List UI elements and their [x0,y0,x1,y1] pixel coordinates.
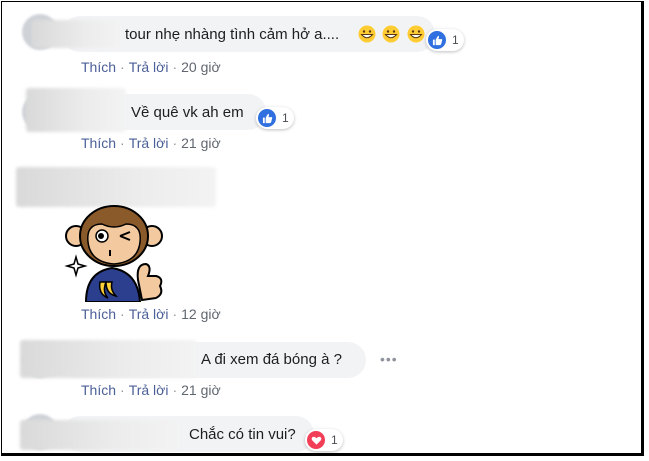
reply-link[interactable]: Trả lời [129,135,169,151]
reply-link[interactable]: Trả lời [129,59,169,75]
reaction-count: 1 [331,433,338,447]
reaction-count: 1 [452,33,459,47]
separator: · [120,306,125,322]
timestamp[interactable]: 21 giờ [181,382,221,398]
timestamp[interactable]: 21 giờ [181,135,221,151]
monkey-wink-sticker[interactable] [64,202,170,302]
separator: · [172,382,178,398]
like-link[interactable]: Thích [81,382,116,398]
comment-actions: Thích · Trả lời · 12 giờ [81,306,221,322]
grinning-face-icon [382,25,400,43]
reply-link[interactable]: Trả lời [129,382,169,398]
author-name-redacted[interactable] [20,340,196,378]
comment-text: tour nhẹ nhàng tình cảm hở a.... [125,26,340,43]
author-name-redacted[interactable] [26,88,126,132]
grinning-face-icon [407,25,425,43]
comment-actions: Thích · Trả lời · 21 giờ [81,382,221,398]
comment-actions: Thích · Trả lời · 20 giờ [81,59,221,75]
like-link[interactable]: Thích [81,135,116,151]
heart-icon [307,431,325,449]
separator: · [120,135,125,151]
more-options-icon[interactable]: ••• [380,351,398,367]
reaction-count: 1 [282,111,289,125]
separator: · [172,306,178,322]
reaction-badge[interactable]: 1 [305,429,343,451]
separator: · [172,135,178,151]
reaction-badge[interactable]: 1 [256,107,294,129]
like-icon [428,31,446,49]
like-icon [258,109,276,127]
comment-text: A đi xem đá bóng à ? [201,351,342,368]
emoji-group [356,25,425,45]
separator: · [172,59,178,75]
separator: · [120,59,125,75]
author-name-redacted[interactable] [32,20,122,48]
author-name-redacted[interactable] [20,420,180,450]
author-name-redacted[interactable] [16,167,216,207]
timestamp[interactable]: 12 giờ [181,306,221,322]
grinning-face-icon [358,25,376,43]
comment-actions: Thích · Trả lời · 21 giờ [81,135,221,151]
like-link[interactable]: Thích [81,306,116,322]
comment-text: Về quê vk ah em [131,104,244,121]
comment-text: Chắc có tin vui? [189,426,296,443]
reply-link[interactable]: Trả lời [129,306,169,322]
separator: · [120,382,125,398]
reaction-badge[interactable]: 1 [426,29,464,51]
timestamp[interactable]: 20 giờ [181,59,221,75]
like-link[interactable]: Thích [81,59,116,75]
